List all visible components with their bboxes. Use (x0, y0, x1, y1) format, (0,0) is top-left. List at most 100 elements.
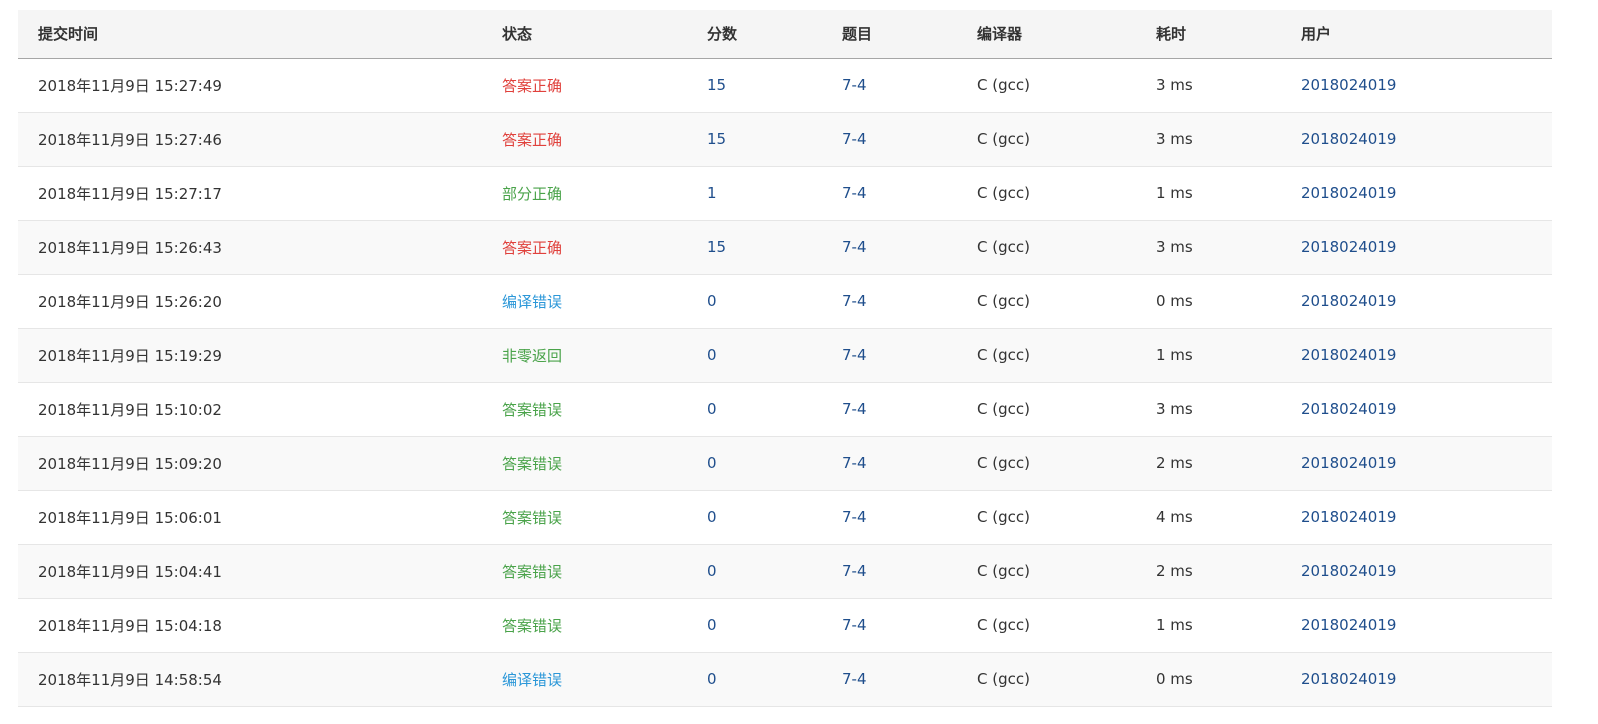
status-link[interactable]: 答案错误 (502, 455, 562, 473)
user-link[interactable]: 2018024019 (1301, 670, 1396, 688)
table-row[interactable]: 2018年11月9日 15:09:20 答案错误 0 7-4 C (gcc) 2 ms 20… (18, 436, 1552, 490)
cell-cost: 0 ms (1136, 652, 1281, 706)
user-link[interactable]: 2018024019 (1301, 562, 1396, 580)
status-link[interactable]: 答案正确 (502, 131, 562, 149)
score-link[interactable]: 0 (707, 292, 717, 310)
cell-problem: 7-4 (822, 436, 957, 490)
cell-cost: 1 ms (1136, 166, 1281, 220)
user-link[interactable]: 2018024019 (1301, 238, 1396, 256)
cell-cost: 1 ms (1136, 328, 1281, 382)
table-row[interactable]: 2018年11月9日 15:27:49 答案正确 15 7-4 C (gcc) 3 ms 2… (18, 58, 1552, 112)
table-row[interactable]: 2018年11月9日 15:04:41 答案错误 0 7-4 C (gcc) 2 ms 20… (18, 544, 1552, 598)
cell-score: 1 (687, 166, 822, 220)
table-row[interactable]: 2018年11月9日 15:06:01 答案错误 0 7-4 C (gcc) 4 ms 20… (18, 490, 1552, 544)
score-link[interactable]: 0 (707, 346, 717, 364)
cost-text: 2 ms (1156, 454, 1193, 472)
cell-cost: 4 ms (1136, 490, 1281, 544)
cell-user: 2018024019 (1281, 598, 1552, 652)
problem-link[interactable]: 7-4 (842, 184, 867, 202)
cell-score: 0 (687, 490, 822, 544)
problem-link[interactable]: 7-4 (842, 454, 867, 472)
status-link[interactable]: 答案错误 (502, 617, 562, 635)
cell-time: 2018年11月9日 15:04:41 (18, 544, 482, 598)
problem-link[interactable]: 7-4 (842, 562, 867, 580)
user-link[interactable]: 2018024019 (1301, 400, 1396, 418)
score-link[interactable]: 0 (707, 400, 717, 418)
status-link[interactable]: 答案正确 (502, 239, 562, 257)
problem-link[interactable]: 7-4 (842, 238, 867, 256)
table-row[interactable]: 2018年11月9日 15:19:29 非零返回 0 7-4 C (gcc) 1 ms 20… (18, 328, 1552, 382)
cell-cost: 3 ms (1136, 220, 1281, 274)
time-text: 2018年11月9日 15:19:29 (38, 346, 222, 365)
score-link[interactable]: 0 (707, 616, 717, 634)
table-row[interactable]: 2018年11月9日 14:58:54 编译错误 0 7-4 C (gcc) 0 ms 20… (18, 652, 1552, 706)
cost-text: 3 ms (1156, 130, 1193, 148)
cell-compiler: C (gcc) (957, 274, 1136, 328)
user-link[interactable]: 2018024019 (1301, 454, 1396, 472)
cell-user: 2018024019 (1281, 544, 1552, 598)
problem-link[interactable]: 7-4 (842, 292, 867, 310)
time-text: 2018年11月9日 15:26:43 (38, 238, 222, 257)
problem-link[interactable]: 7-4 (842, 670, 867, 688)
user-link[interactable]: 2018024019 (1301, 130, 1396, 148)
cell-user: 2018024019 (1281, 652, 1552, 706)
score-link[interactable]: 15 (707, 76, 726, 94)
compiler-text: C (gcc) (977, 562, 1030, 580)
score-link[interactable]: 0 (707, 454, 717, 472)
problem-link[interactable]: 7-4 (842, 76, 867, 94)
problem-link[interactable]: 7-4 (842, 130, 867, 148)
table-body: 2018年11月9日 15:27:49 答案正确 15 7-4 C (gcc) 3 ms 2… (18, 58, 1552, 706)
cell-problem: 7-4 (822, 382, 957, 436)
score-link[interactable]: 1 (707, 184, 717, 202)
problem-link[interactable]: 7-4 (842, 616, 867, 634)
cost-text: 3 ms (1156, 400, 1193, 418)
cell-cost: 3 ms (1136, 58, 1281, 112)
compiler-text: C (gcc) (977, 238, 1030, 256)
problem-link[interactable]: 7-4 (842, 400, 867, 418)
table-row[interactable]: 2018年11月9日 15:27:46 答案正确 15 7-4 C (gcc) 3 ms 2… (18, 112, 1552, 166)
table-row[interactable]: 2018年11月9日 15:26:20 编译错误 0 7-4 C (gcc) 0 ms 20… (18, 274, 1552, 328)
cell-problem: 7-4 (822, 598, 957, 652)
user-link[interactable]: 2018024019 (1301, 76, 1396, 94)
user-link[interactable]: 2018024019 (1301, 292, 1396, 310)
cell-score: 0 (687, 652, 822, 706)
table-row[interactable]: 2018年11月9日 15:27:17 部分正确 1 7-4 C (gcc) 1 ms 20… (18, 166, 1552, 220)
table-row[interactable]: 2018年11月9日 15:26:43 答案正确 15 7-4 C (gcc) 3 ms 2… (18, 220, 1552, 274)
score-link[interactable]: 15 (707, 238, 726, 256)
cell-status: 答案错误 (482, 436, 687, 490)
cell-time: 2018年11月9日 15:26:43 (18, 220, 482, 274)
user-link[interactable]: 2018024019 (1301, 184, 1396, 202)
cell-score: 15 (687, 58, 822, 112)
user-link[interactable]: 2018024019 (1301, 508, 1396, 526)
column-header-problem: 题目 (842, 25, 873, 44)
cell-compiler: C (gcc) (957, 436, 1136, 490)
cell-score: 0 (687, 382, 822, 436)
status-link[interactable]: 答案正确 (502, 77, 562, 95)
cell-status: 答案错误 (482, 490, 687, 544)
status-link[interactable]: 部分正确 (502, 185, 562, 203)
time-text: 2018年11月9日 15:06:01 (38, 508, 222, 527)
problem-link[interactable]: 7-4 (842, 346, 867, 364)
score-link[interactable]: 0 (707, 508, 717, 526)
status-link[interactable]: 编译错误 (502, 293, 562, 311)
column-header-status: 状态 (502, 25, 533, 44)
time-text: 2018年11月9日 15:27:17 (38, 184, 222, 203)
status-link[interactable]: 答案错误 (502, 509, 562, 527)
user-link[interactable]: 2018024019 (1301, 616, 1396, 634)
table-row[interactable]: 2018年11月9日 15:04:18 答案错误 0 7-4 C (gcc) 1 ms 20… (18, 598, 1552, 652)
time-text: 2018年11月9日 15:10:02 (38, 400, 222, 419)
status-link[interactable]: 答案错误 (502, 563, 562, 581)
score-link[interactable]: 0 (707, 670, 717, 688)
status-link[interactable]: 编译错误 (502, 671, 562, 689)
table-row[interactable]: 2018年11月9日 15:10:02 答案错误 0 7-4 C (gcc) 3 ms 20… (18, 382, 1552, 436)
score-link[interactable]: 0 (707, 562, 717, 580)
user-link[interactable]: 2018024019 (1301, 346, 1396, 364)
cell-status: 答案正确 (482, 58, 687, 112)
status-link[interactable]: 非零返回 (502, 347, 562, 365)
status-link[interactable]: 答案错误 (502, 401, 562, 419)
problem-link[interactable]: 7-4 (842, 508, 867, 526)
cell-user: 2018024019 (1281, 274, 1552, 328)
compiler-text: C (gcc) (977, 130, 1030, 148)
submissions-table-container: 提交时间 状态 分数 题目 编译器 耗时 用户 2018年11月9日 15:27… (18, 10, 1552, 707)
score-link[interactable]: 15 (707, 130, 726, 148)
